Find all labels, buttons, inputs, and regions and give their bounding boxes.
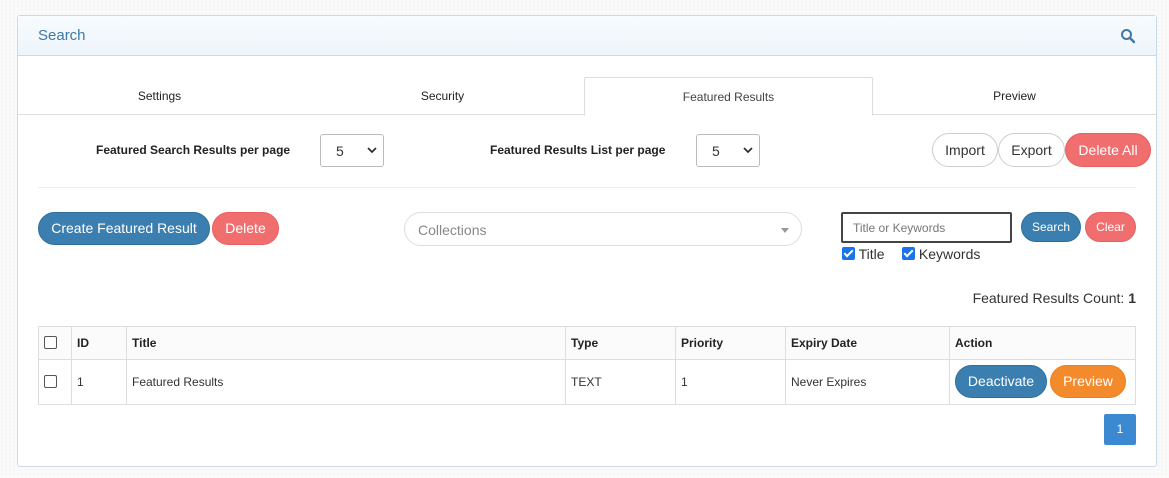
- col-expiry: Expiry Date: [785, 326, 950, 360]
- featured-results-count: Featured Results Count: 1: [973, 290, 1136, 306]
- deactivate-button[interactable]: Deactivate: [955, 365, 1047, 398]
- tab-security[interactable]: Security: [301, 77, 584, 115]
- pagination-page-1[interactable]: 1: [1104, 414, 1136, 445]
- keywords-checkbox[interactable]: [902, 247, 915, 260]
- row-actions: Deactivate Preview: [949, 359, 1136, 405]
- search-per-page-label: Featured Search Results per page: [96, 143, 291, 157]
- tab-settings[interactable]: Settings: [18, 77, 301, 115]
- col-priority: Priority: [675, 326, 786, 360]
- search-button[interactable]: Search: [1021, 212, 1081, 242]
- col-type: Type: [565, 326, 676, 360]
- search-per-page-select[interactable]: 5: [320, 134, 384, 167]
- title-checkbox[interactable]: [842, 247, 855, 260]
- delete-button[interactable]: Delete: [212, 212, 279, 245]
- create-featured-result-button[interactable]: Create Featured Result: [38, 212, 210, 245]
- table-header-row: ID Title Type Priority Expiry Date Actio…: [38, 326, 1136, 360]
- col-id: ID: [71, 326, 127, 360]
- title-checkbox-label: Title: [858, 246, 885, 262]
- col-title: Title: [126, 326, 566, 360]
- row-select-cell: [38, 359, 72, 405]
- select-all-checkbox[interactable]: [44, 335, 57, 349]
- collections-placeholder: Collections: [418, 222, 487, 238]
- keywords-filter[interactable]: Keywords: [902, 246, 980, 262]
- search-panel: Search Settings Security Featured Result…: [17, 15, 1157, 467]
- panel-header: Search: [18, 16, 1156, 56]
- chevron-down-icon: [367, 147, 377, 154]
- clear-button[interactable]: Clear: [1085, 212, 1136, 242]
- row-checkbox[interactable]: [44, 374, 57, 388]
- list-per-page-value: 5: [712, 143, 720, 159]
- chevron-down-icon: [743, 147, 753, 154]
- count-label: Featured Results Count:: [972, 290, 1125, 306]
- count-value: 1: [1128, 290, 1136, 306]
- keyword-search-input[interactable]: [841, 212, 1012, 243]
- divider: [38, 187, 1136, 188]
- search-per-page-value: 5: [336, 143, 344, 159]
- title-filter[interactable]: Title: [842, 246, 885, 262]
- list-per-page-select[interactable]: 5: [696, 134, 760, 167]
- delete-all-button[interactable]: Delete All: [1065, 133, 1151, 167]
- row-type: TEXT: [565, 359, 676, 405]
- export-button[interactable]: Export: [998, 133, 1065, 167]
- panel-title: Search: [38, 27, 86, 44]
- preview-button[interactable]: Preview: [1050, 365, 1126, 398]
- list-per-page-label: Featured Results List per page: [490, 143, 666, 157]
- featured-results-table: ID Title Type Priority Expiry Date Actio…: [38, 326, 1136, 405]
- row-title: Featured Results: [126, 359, 566, 405]
- keywords-checkbox-label: Keywords: [918, 246, 981, 262]
- tab-preview[interactable]: Preview: [873, 77, 1156, 115]
- search-icon[interactable]: [1120, 28, 1136, 44]
- table-row: 1 Featured Results TEXT 1 Never Expires …: [38, 359, 1136, 405]
- tab-featured-results[interactable]: Featured Results: [584, 77, 873, 116]
- row-id: 1: [71, 359, 127, 405]
- caret-down-icon: [781, 228, 789, 233]
- tab-bar: Settings Security Featured Results Previ…: [18, 77, 1156, 116]
- select-all-cell: [38, 326, 72, 360]
- collections-select[interactable]: Collections: [404, 212, 802, 246]
- col-action: Action: [949, 326, 1136, 360]
- row-expiry: Never Expires: [785, 359, 950, 405]
- row-priority: 1: [675, 359, 786, 405]
- import-button[interactable]: Import: [932, 133, 998, 167]
